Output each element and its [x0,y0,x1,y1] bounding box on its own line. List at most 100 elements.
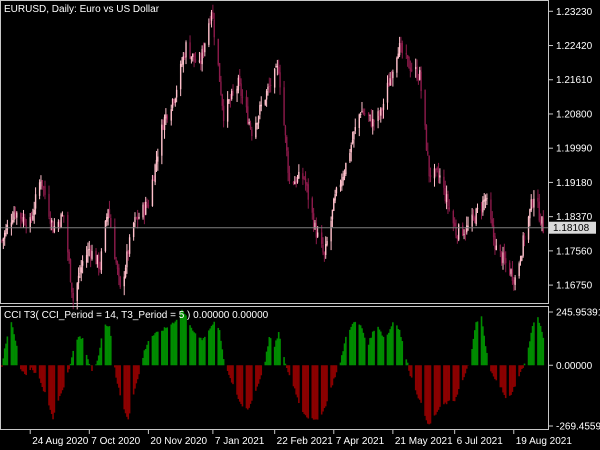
price-pane[interactable]: EURUSD, Daily: Euro vs US Dollar [0,0,549,310]
candle-body [12,220,14,223]
candle [466,216,468,235]
candle [179,60,182,97]
candle [377,107,379,129]
price-axis[interactable]: 1.23230 1.22420 1.21610 1.20800 1.19990 1.191… [549,7,593,292]
candle [85,246,88,268]
candle-body [519,259,522,263]
candle-body [359,113,362,115]
candle-body [107,209,109,219]
candle-body [400,43,402,45]
candle [239,69,241,87]
candle [521,255,523,262]
candle [349,148,351,163]
price-tick-label: 1.19180 [556,178,593,189]
candle [48,185,50,220]
candle-body [170,109,172,121]
candle [306,181,308,193]
candle-body [222,105,225,121]
candle-body [2,238,5,241]
candle-body [283,87,285,125]
candle-body [351,140,354,144]
trading-chart[interactable]: EURUSD, Daily: Euro vs US Dollar 1.23230… [0,0,600,450]
candle [350,142,352,162]
time-tick-label: 24 Aug 2020 [32,436,89,447]
candle-body [245,96,248,108]
candle [114,218,116,260]
candle [226,91,229,128]
candle-body [491,219,493,226]
candle-body [322,244,324,253]
candle-body [210,12,213,21]
candle [175,85,178,103]
candle [292,180,295,186]
candle-body [306,182,308,186]
candle-body [523,235,526,241]
candle [326,236,328,247]
candle [400,36,402,53]
candle-body [213,19,215,38]
price-tick-label: 1.22420 [556,41,593,52]
price-tick-label: 1.16750 [556,281,593,292]
candle-body [124,267,127,278]
candle [417,73,420,85]
candle [427,142,429,156]
candle [185,40,187,65]
candle-body [228,100,230,102]
candle-body [419,70,421,80]
candle [228,98,230,104]
candle [230,88,233,101]
candle [41,179,43,190]
candle-body [531,200,534,207]
candle-body [482,200,484,213]
candle-body [279,72,281,88]
candle-body [77,275,80,284]
candle-body [256,123,258,125]
candle [369,114,371,122]
indicator-tick-label: -269.45591 [556,422,600,433]
time-axis[interactable]: 24 Aug 2020 7 Oct 2020 20 Nov 2020 7 Jan 20… [29,430,572,447]
candle [118,264,120,286]
candle [476,203,479,214]
candle-body [476,208,479,210]
candle-body [292,182,295,184]
candle-body [208,23,210,45]
candle-body [333,198,335,211]
candle-body [192,53,194,57]
price-tick-label: 1.21610 [556,75,593,86]
candle-body [539,219,542,225]
candle-body [367,112,370,117]
candle-body [181,64,183,66]
candle [209,15,211,25]
candle [381,107,383,120]
candle-body [98,254,100,269]
candle [539,213,542,226]
candle-body [32,215,34,220]
candle-body [53,225,56,232]
candle-body [311,198,313,213]
candle [32,208,34,222]
candle [286,135,288,157]
candle-body [467,225,469,227]
candle [98,252,100,276]
candle [260,96,262,112]
candle-body [490,199,492,220]
candle [359,112,362,119]
candle [189,35,191,60]
candle [287,147,289,182]
candle-body [483,199,485,202]
candle [527,215,530,243]
candle-body [389,78,391,86]
candle [457,223,460,242]
candle-body [463,234,465,236]
indicator-pane[interactable]: CCI T3( CCI_Period = 14, T3_Period = 5 )… [0,306,549,430]
candle [259,101,261,120]
candle-body [331,209,334,220]
candle-body [475,208,477,225]
candle-body [220,81,222,95]
candle-body [456,236,459,239]
candle [331,209,334,228]
indicator-axis[interactable]: 245.95391 0.00000 -269.45591 [549,308,600,433]
candle [1,239,3,244]
candle-body [247,106,249,124]
candle [333,197,335,212]
